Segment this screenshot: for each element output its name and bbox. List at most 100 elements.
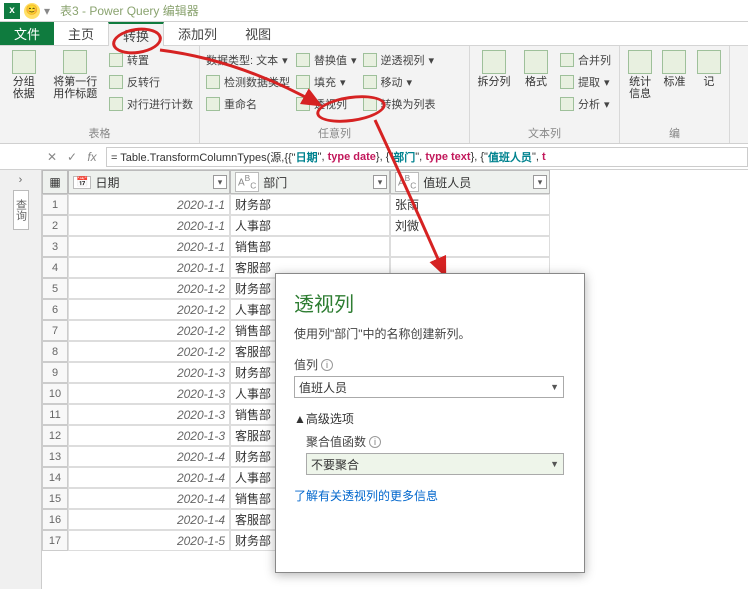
pivot-column-dialog: 透视列 使用列"部门"中的名称创建新列。 值列i 值班人员▼ ▲高级选项 聚合值…: [275, 273, 585, 573]
reverse-rows-button[interactable]: 反转行: [109, 72, 193, 92]
group-table-label: 表格: [6, 125, 193, 143]
formula-input[interactable]: = Table.TransformColumnTypes(源,{{"日期", t…: [106, 147, 748, 167]
advanced-options-toggle[interactable]: ▲高级选项: [294, 410, 566, 427]
column-header-dept[interactable]: ABC部门▾: [230, 170, 390, 194]
cell-date[interactable]: 2020-1-4: [68, 467, 230, 488]
cell-date[interactable]: 2020-1-5: [68, 530, 230, 551]
cell-date[interactable]: 2020-1-3: [68, 362, 230, 383]
row-number: 9: [42, 362, 68, 383]
format-button[interactable]: 格式: [518, 50, 554, 88]
row-number: 11: [42, 404, 68, 425]
cell-person[interactable]: 刘微: [390, 215, 550, 236]
table-row[interactable]: 12020-1-1财务部张雨: [42, 194, 748, 215]
ribbon: 分组 依据 将第一行 用作标题 转置 反转行 对行进行计数 表格 数据类型: 文…: [0, 46, 748, 144]
cell-date[interactable]: 2020-1-1: [68, 194, 230, 215]
detect-type-button[interactable]: 检测数据类型: [206, 72, 290, 92]
dialog-title: 透视列: [294, 288, 566, 317]
filter-dropdown-icon[interactable]: ▾: [373, 175, 387, 189]
tab-view[interactable]: 视图: [231, 22, 285, 45]
use-first-row-button[interactable]: 将第一行 用作标题: [48, 50, 103, 100]
dialog-description: 使用列"部门"中的名称创建新列。: [294, 325, 566, 342]
value-column-label: 值列i: [294, 356, 566, 373]
table-row[interactable]: 22020-1-1人事部刘微: [42, 215, 748, 236]
corner-cell[interactable]: ▦: [42, 170, 68, 194]
cell-date[interactable]: 2020-1-1: [68, 257, 230, 278]
row-number: 14: [42, 467, 68, 488]
cell-date[interactable]: 2020-1-4: [68, 488, 230, 509]
cell-dept[interactable]: 人事部: [230, 215, 390, 236]
group-by-button[interactable]: 分组 依据: [6, 50, 42, 100]
tab-transform[interactable]: 转换: [108, 22, 164, 46]
extract-button[interactable]: 提取▾: [560, 72, 611, 92]
cell-date[interactable]: 2020-1-1: [68, 215, 230, 236]
formula-accept-icon[interactable]: ✓: [62, 147, 82, 167]
data-type-button[interactable]: 数据类型: 文本▾: [206, 50, 290, 70]
formula-cancel-icon[interactable]: ✕: [42, 147, 62, 167]
split-column-button[interactable]: 拆分列: [476, 50, 512, 88]
chevron-down-icon: ▼: [550, 459, 559, 469]
filter-dropdown-icon[interactable]: ▾: [213, 175, 227, 189]
row-number: 12: [42, 425, 68, 446]
info-icon[interactable]: i: [321, 359, 333, 371]
cell-dept[interactable]: 销售部: [230, 236, 390, 257]
move-button[interactable]: 移动▾: [363, 72, 436, 92]
row-number: 13: [42, 446, 68, 467]
cell-date[interactable]: 2020-1-2: [68, 320, 230, 341]
unpivot-button[interactable]: 逆透视列▾: [363, 50, 436, 70]
rename-button[interactable]: 重命名: [206, 94, 290, 114]
filter-dropdown-icon[interactable]: ▾: [533, 175, 547, 189]
emoji-icon: 😊: [24, 3, 40, 19]
aggregate-function-label: 聚合值函数i: [306, 433, 566, 450]
group-numcol-label: 编: [626, 125, 723, 143]
transpose-button[interactable]: 转置: [109, 50, 193, 70]
to-list-button[interactable]: 转换为列表: [363, 94, 436, 114]
row-number: 6: [42, 299, 68, 320]
cell-date[interactable]: 2020-1-3: [68, 404, 230, 425]
standard-button[interactable]: 标准: [660, 50, 688, 88]
cell-date[interactable]: 2020-1-2: [68, 278, 230, 299]
pivot-column-button[interactable]: 透视列: [296, 94, 357, 114]
qat-arrow-icon[interactable]: ▾: [44, 4, 50, 18]
row-number: 10: [42, 383, 68, 404]
info-icon[interactable]: i: [369, 436, 381, 448]
cell-date[interactable]: 2020-1-1: [68, 236, 230, 257]
group-textcol-label: 文本列: [476, 125, 613, 143]
count-rows-button[interactable]: 对行进行计数: [109, 94, 193, 114]
row-number: 2: [42, 215, 68, 236]
value-column-select[interactable]: 值班人员▼: [294, 376, 564, 398]
row-number: 7: [42, 320, 68, 341]
column-header-person[interactable]: ABC值班人员▾: [390, 170, 550, 194]
chevron-down-icon: ▼: [550, 382, 559, 392]
row-number: 16: [42, 509, 68, 530]
formula-bar: ✕ ✓ fx = Table.TransformColumnTypes(源,{{…: [0, 144, 748, 170]
queries-pane-collapsed[interactable]: › 查询: [0, 170, 42, 589]
fill-button[interactable]: 填充▾: [296, 72, 357, 92]
merge-columns-button[interactable]: 合并列: [560, 50, 611, 70]
queries-label: 查询: [13, 190, 29, 230]
aggregate-function-select[interactable]: 不要聚合▼: [306, 453, 564, 475]
cell-date[interactable]: 2020-1-3: [68, 383, 230, 404]
cell-date[interactable]: 2020-1-3: [68, 425, 230, 446]
column-header-date[interactable]: 📅日期▾: [68, 170, 230, 194]
cell-date[interactable]: 2020-1-4: [68, 446, 230, 467]
cell-date[interactable]: 2020-1-2: [68, 299, 230, 320]
tab-home[interactable]: 主页: [54, 22, 108, 45]
replace-values-button[interactable]: 替换值▾: [296, 50, 357, 70]
learn-more-link[interactable]: 了解有关透视列的更多信息: [294, 489, 438, 503]
tab-file[interactable]: 文件: [0, 22, 54, 45]
table-row[interactable]: 32020-1-1销售部: [42, 236, 748, 257]
parse-button[interactable]: 分析▾: [560, 94, 611, 114]
cell-date[interactable]: 2020-1-4: [68, 509, 230, 530]
row-number: 15: [42, 488, 68, 509]
cell-person[interactable]: [390, 236, 550, 257]
note-button[interactable]: 记: [695, 50, 723, 88]
cell-person[interactable]: 张雨: [390, 194, 550, 215]
row-number: 1: [42, 194, 68, 215]
cell-date[interactable]: 2020-1-2: [68, 341, 230, 362]
formula-fx-icon[interactable]: fx: [82, 147, 102, 167]
text-type-icon: ABC: [395, 172, 419, 191]
statistics-button[interactable]: 统计信息: [626, 50, 654, 100]
tab-add-column[interactable]: 添加列: [164, 22, 231, 45]
group-anycol-label: 任意列: [206, 125, 463, 143]
cell-dept[interactable]: 财务部: [230, 194, 390, 215]
